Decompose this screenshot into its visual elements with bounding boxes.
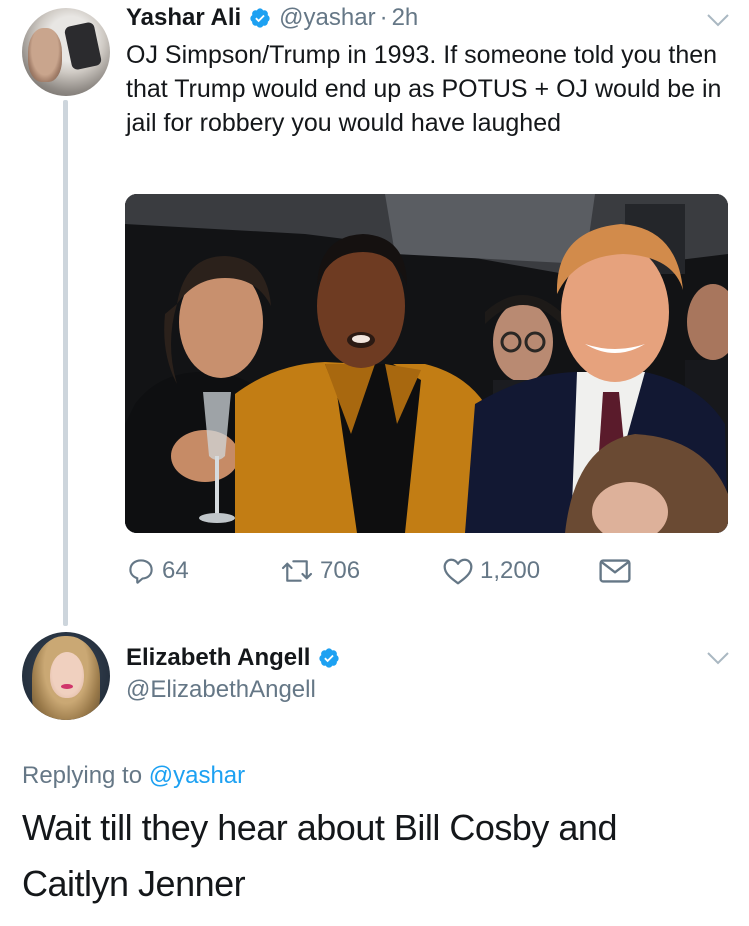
author-name[interactable]: Yashar Ali <box>126 4 241 32</box>
retweet-action[interactable]: 706 <box>280 556 360 586</box>
envelope-icon <box>599 559 631 583</box>
photo-illustration <box>125 194 728 533</box>
tweet-text: OJ Simpson/Trump in 1993. If someone tol… <box>126 41 722 137</box>
author-avatar[interactable] <box>22 8 110 96</box>
retweet-count: 706 <box>320 557 361 584</box>
reply-icon <box>129 559 153 584</box>
chevron-down-icon[interactable] <box>706 650 730 666</box>
replying-prefix: Replying to <box>22 762 143 789</box>
avatar-object <box>63 21 103 71</box>
reply-author-avatar[interactable] <box>22 632 110 720</box>
replying-to-link[interactable]: @yashar <box>149 762 245 789</box>
reply-author-name[interactable]: Elizabeth Angell <box>126 644 310 672</box>
heart-icon <box>443 558 473 585</box>
like-count: 1,200 <box>480 557 541 584</box>
reply-author-handle[interactable]: @ElizabethAngell <box>126 676 316 704</box>
replying-to-line: Replying to @yashar <box>22 762 245 790</box>
tweet-header: Yashar Ali @yashar · 2h <box>126 2 418 34</box>
retweet-icon <box>281 560 313 582</box>
like-action[interactable]: 1,200 <box>442 556 540 586</box>
reply-text: Wait till they hear about Bill Cosby and… <box>22 807 617 904</box>
tweet-actions: 64 706 1,200 <box>126 556 746 592</box>
chevron-down-icon[interactable] <box>706 12 730 28</box>
reply-action[interactable]: 64 <box>126 556 189 586</box>
tweet-photo[interactable] <box>125 194 728 533</box>
tweet-time[interactable]: 2h <box>392 4 419 32</box>
avatar-face <box>28 28 62 82</box>
reply-count: 64 <box>162 557 189 584</box>
message-action[interactable] <box>598 556 632 586</box>
author-handle[interactable]: @yashar <box>279 4 375 32</box>
verified-badge-icon <box>319 648 340 668</box>
avatar-lips <box>61 684 73 689</box>
thread-line <box>63 100 68 626</box>
verified-badge-icon <box>250 8 270 28</box>
avatar-face <box>50 652 84 698</box>
reply-header: Elizabeth Angell <box>126 642 340 674</box>
time-separator: · <box>379 4 388 31</box>
